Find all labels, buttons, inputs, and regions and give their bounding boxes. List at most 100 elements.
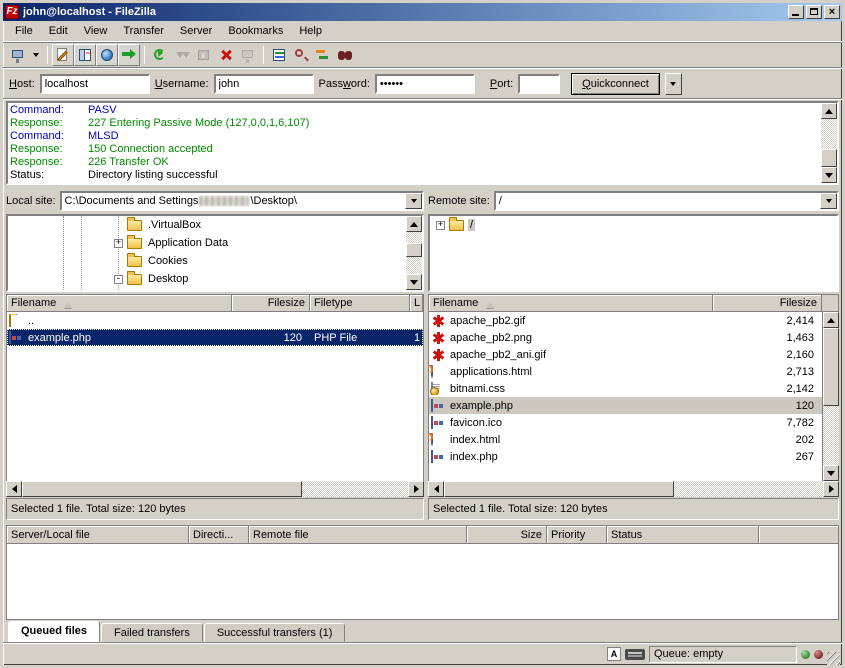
scroll-down-button[interactable]: [406, 274, 422, 290]
menu-server[interactable]: Server: [172, 22, 220, 40]
scroll-left-button[interactable]: [6, 481, 22, 497]
resize-grip[interactable]: [827, 652, 840, 665]
scroll-up-button[interactable]: [406, 216, 422, 232]
remote-horizontal-scrollbar[interactable]: [428, 481, 839, 497]
queue-size-indicator: Queue: empty: [649, 646, 797, 663]
tree-item-application-data[interactable]: + Application Data: [8, 234, 406, 252]
directory-filters-button[interactable]: [268, 44, 290, 66]
tab-failed-transfers[interactable]: Failed transfers: [101, 623, 203, 642]
arrow-down-icon: [410, 280, 418, 289]
toggle-local-tree-button[interactable]: [74, 44, 96, 66]
scroll-down-button[interactable]: [823, 465, 839, 481]
toggle-message-log-button[interactable]: [52, 44, 74, 66]
file-row-parent-dir[interactable]: ..: [7, 312, 423, 329]
tree-item-root[interactable]: + /: [430, 216, 837, 234]
site-manager-button[interactable]: [7, 44, 29, 66]
scroll-down-button[interactable]: [821, 167, 837, 183]
menu-transfer[interactable]: Transfer: [115, 22, 172, 40]
port-input[interactable]: [518, 74, 560, 94]
scrollbar-thumb[interactable]: [821, 149, 837, 167]
host-input[interactable]: [40, 74, 150, 94]
process-queue-button[interactable]: [171, 44, 193, 66]
tree-expander[interactable]: +: [436, 221, 445, 230]
file-row[interactable]: bitnami.css2,142: [429, 380, 822, 397]
tab-queued-files[interactable]: Queued files: [8, 621, 100, 642]
compare-icon: [293, 47, 309, 63]
column-header-size[interactable]: Size: [467, 526, 547, 543]
speed-limit-icon[interactable]: [625, 649, 645, 660]
remote-list-scrollbar[interactable]: [823, 312, 839, 481]
column-header-filesize[interactable]: Filesize: [713, 295, 822, 311]
menu-bookmarks[interactable]: Bookmarks: [220, 22, 291, 40]
scroll-left-button[interactable]: [428, 481, 444, 497]
minimize-button[interactable]: [788, 5, 804, 19]
menu-file[interactable]: File: [7, 22, 41, 40]
file-row[interactable]: applications.html2,713: [429, 363, 822, 380]
tree-item-desktop[interactable]: - Desktop: [8, 270, 406, 288]
username-input[interactable]: [214, 74, 314, 94]
refresh-button[interactable]: [149, 44, 171, 66]
scrollbar-thumb[interactable]: [22, 481, 302, 497]
close-button[interactable]: ×: [824, 5, 840, 19]
remote-site-dropdown-button[interactable]: [820, 193, 837, 209]
scroll-right-button[interactable]: [823, 481, 839, 497]
find-files-button[interactable]: [334, 44, 356, 66]
quickconnect-button[interactable]: Quickconnect: [571, 73, 660, 95]
toggle-queue-button[interactable]: [118, 44, 140, 66]
local-tree-scrollbar[interactable]: [406, 216, 422, 290]
maximize-button[interactable]: [806, 5, 822, 19]
local-site-combo[interactable]: C:\Documents and Settings\Desktop\: [60, 191, 424, 211]
menu-view[interactable]: View: [76, 22, 116, 40]
arrow-down-icon: [827, 471, 835, 480]
tree-expander[interactable]: +: [114, 239, 123, 248]
scrollbar-thumb[interactable]: [823, 328, 839, 406]
tree-item-cookies[interactable]: Cookies: [8, 252, 406, 270]
toggle-remote-tree-button[interactable]: [96, 44, 118, 66]
scroll-up-button[interactable]: [823, 312, 839, 328]
file-row[interactable]: index.php267: [429, 448, 822, 465]
local-site-dropdown-button[interactable]: [405, 193, 422, 209]
password-input[interactable]: [375, 74, 475, 94]
column-header-server-local-file[interactable]: Server/Local file: [7, 526, 189, 543]
synchronized-browsing-button[interactable]: [312, 44, 334, 66]
tab-successful-transfers[interactable]: Successful transfers (1): [204, 623, 346, 642]
filter-icon: [271, 47, 287, 63]
reconnect-button[interactable]: [237, 44, 259, 66]
menu-edit[interactable]: Edit: [41, 22, 76, 40]
log-line: Command:MLSD: [10, 130, 819, 143]
column-header-filetype[interactable]: Filetype: [310, 295, 410, 311]
toolbar-separator: [144, 46, 145, 64]
column-header-direction[interactable]: Directi...: [189, 526, 249, 543]
scrollbar-thumb[interactable]: [444, 481, 674, 497]
file-row[interactable]: apache_pb2.png1,463: [429, 329, 822, 346]
remote-site-combo[interactable]: /: [494, 191, 839, 211]
quickconnect-dropdown-button[interactable]: [665, 73, 682, 95]
file-row-example-php[interactable]: example.php 120 PHP File 1: [7, 329, 423, 346]
column-header-filesize[interactable]: Filesize: [232, 295, 310, 311]
column-header-status[interactable]: Status: [607, 526, 759, 543]
menu-help[interactable]: Help: [291, 22, 330, 40]
scrollbar-thumb[interactable]: [406, 243, 422, 257]
directory-comparison-button[interactable]: [290, 44, 312, 66]
column-header-remote-file[interactable]: Remote file: [249, 526, 467, 543]
cancel-operation-button[interactable]: x: [193, 44, 215, 66]
site-manager-dropdown-button[interactable]: [29, 44, 43, 66]
log-scrollbar[interactable]: [821, 103, 837, 183]
arrow-right-icon: [829, 485, 838, 493]
file-row-selected[interactable]: example.php120: [429, 397, 822, 414]
file-row[interactable]: index.html202: [429, 431, 822, 448]
local-horizontal-scrollbar[interactable]: [6, 481, 424, 497]
scroll-up-button[interactable]: [821, 103, 837, 119]
file-row[interactable]: favicon.ico7,782: [429, 414, 822, 431]
scroll-right-button[interactable]: [408, 481, 424, 497]
disconnect-button[interactable]: [215, 44, 237, 66]
column-header-filename[interactable]: Filename: [7, 295, 232, 311]
file-row[interactable]: apache_pb2.gif2,414: [429, 312, 822, 329]
column-header-priority[interactable]: Priority: [547, 526, 607, 543]
file-row[interactable]: apache_pb2_ani.gif2,160: [429, 346, 822, 363]
tree-expander[interactable]: -: [114, 275, 123, 284]
arrow-up-icon: [827, 314, 835, 323]
column-header-lastmodified[interactable]: L: [410, 295, 423, 311]
column-header-filename[interactable]: Filename: [429, 295, 713, 311]
tree-item-virtualbox[interactable]: .VirtualBox: [8, 216, 406, 234]
